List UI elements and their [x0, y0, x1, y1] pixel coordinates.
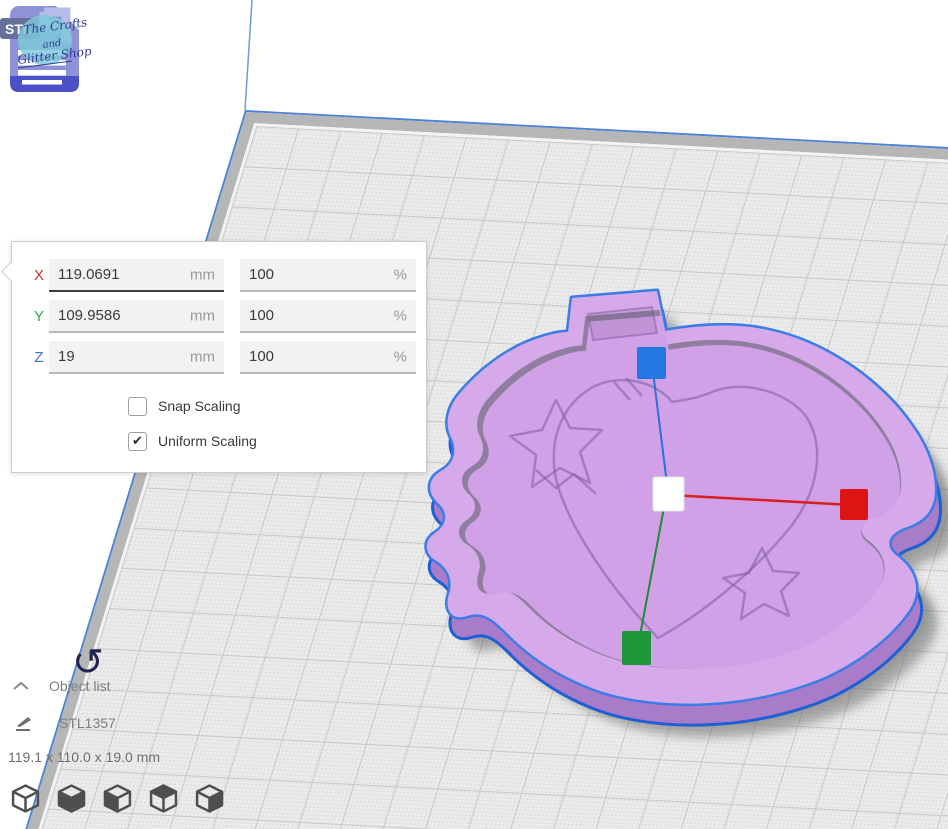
axis-label-z: Z	[29, 349, 49, 366]
scale-y-percent-field[interactable]: %	[240, 300, 416, 333]
camera-view-toolbar	[11, 784, 224, 813]
scale-x-mm-field[interactable]: mm	[49, 259, 224, 292]
left-view-button[interactable]	[149, 784, 178, 813]
object-name-row[interactable]: STL1357	[14, 714, 116, 732]
scale-z-percent-field[interactable]: %	[240, 341, 416, 374]
right-view-button[interactable]	[195, 784, 224, 813]
object-dimensions: 119.1 x 110.0 x 19.0 mm	[8, 749, 160, 765]
snap-scaling-label: Snap Scaling	[158, 398, 241, 414]
front-view-button[interactable]	[57, 784, 86, 813]
scale-handle-x[interactable]	[840, 489, 868, 520]
scale-handle-z[interactable]	[637, 347, 666, 379]
scale-x-percent-field[interactable]: %	[240, 259, 416, 292]
pencil-icon	[14, 714, 36, 732]
uniform-scaling-label: Uniform Scaling	[158, 433, 257, 449]
axis-label-x: X	[29, 267, 49, 284]
scale-y-mm-field[interactable]: mm	[49, 300, 224, 333]
top-view-button[interactable]	[103, 784, 132, 813]
isometric-view-button[interactable]	[11, 784, 40, 813]
scale-handle-y[interactable]	[622, 631, 651, 665]
object-list-toggle[interactable]: Object list	[12, 678, 110, 694]
uniform-scaling-checkbox[interactable]: ✔ Uniform Scaling	[128, 430, 257, 452]
chevron-up-icon	[12, 680, 30, 692]
stl-file-logo: STL The Crafts and Glitter Shop	[0, 4, 100, 96]
object-name: STL1357	[59, 715, 116, 731]
check-icon: ✔	[132, 434, 143, 449]
scale-handle-center[interactable]	[653, 477, 684, 511]
snap-scaling-checkbox[interactable]: ✔ Snap Scaling	[128, 395, 241, 417]
object-list-label: Object list	[49, 678, 110, 694]
axis-label-y: Y	[29, 308, 49, 325]
build-plate-grid	[20, 126, 948, 829]
scale-z-mm-field[interactable]: mm	[49, 341, 224, 374]
scale-tool-panel: X mm % Y mm % Z mm % ↺ ✔	[11, 241, 427, 473]
